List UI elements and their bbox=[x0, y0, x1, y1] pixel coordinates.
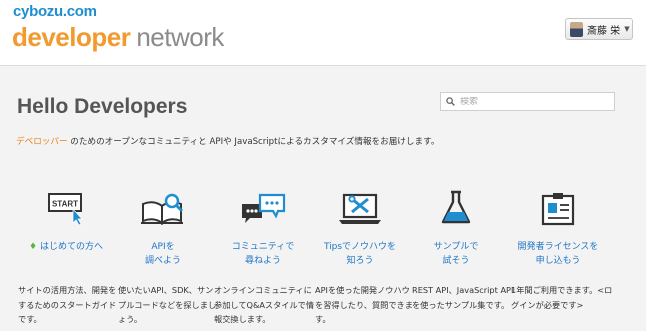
book-search-icon bbox=[141, 193, 184, 226]
search-box[interactable] bbox=[440, 92, 615, 111]
search-icon bbox=[446, 97, 455, 106]
user-name: 斎藤 栄 bbox=[587, 25, 621, 37]
desc-community: オンラインコミュニティに参加してQ&Aスタイルで情報交換します。 bbox=[214, 285, 315, 324]
link-tips[interactable]: Tipsでノウハウを 知ろう bbox=[310, 240, 410, 268]
logo-developer-text: developer bbox=[12, 22, 131, 52]
feature-samples: サンプルで 試そう bbox=[406, 180, 506, 268]
user-menu-button[interactable]: 斎藤 栄 ▼ bbox=[565, 18, 633, 40]
cybozu-logo-text[interactable]: cybozu.com bbox=[13, 3, 97, 20]
link-samples[interactable]: サンプルで 試そう bbox=[406, 240, 506, 268]
page-title: Hello Developers bbox=[17, 95, 188, 118]
id-card-icon bbox=[541, 193, 575, 226]
search-input[interactable] bbox=[460, 96, 610, 107]
beginner-leaf-icon: ♦ bbox=[28, 242, 38, 252]
logo-network-text: network bbox=[136, 22, 224, 52]
feature-getting-started: START ♦ はじめての方へ bbox=[16, 180, 116, 254]
svg-text:START: START bbox=[52, 200, 78, 209]
tools-laptop-icon bbox=[339, 193, 381, 224]
developer-link[interactable]: デベロッパー bbox=[16, 137, 68, 147]
developer-network-logo[interactable]: developer network bbox=[12, 22, 224, 53]
feature-tips: Tipsでノウハウを 知ろう bbox=[310, 180, 410, 268]
site-header: cybozu.com developer network 斎藤 栄 ▼ bbox=[0, 0, 646, 66]
desc-license: 1年間ご利用できます。<ログインが必要です> bbox=[511, 285, 613, 310]
feature-api: APIを 調べよう bbox=[113, 180, 213, 268]
intro-rest-text: のためのオープンなコミュニティと APIや JavaScriptによるカスタマイ… bbox=[67, 137, 440, 147]
flask-icon bbox=[441, 190, 471, 224]
start-icon: START bbox=[48, 193, 83, 226]
desc-api: 使いたいAPI、SDK、サンプルコードなどを探しましょう。 bbox=[118, 285, 217, 324]
desc-samples: REST API、JavaScript API を使ったサンプル集です。 bbox=[412, 285, 514, 310]
chat-icon bbox=[242, 193, 286, 223]
link-license[interactable]: 開発者ライセンスを 申し込もう bbox=[508, 240, 608, 268]
dropdown-caret-icon: ▼ bbox=[624, 25, 630, 33]
desc-tips: APIを使った開発ノウハウを習得したり、質問できます。 bbox=[315, 285, 413, 324]
desc-getting-started: サイトの活用方法、開発をするためのスタートガイドです。 bbox=[18, 285, 117, 324]
avatar bbox=[570, 21, 583, 37]
link-community[interactable]: コミュニティで 尋ねよう bbox=[213, 240, 313, 268]
intro-text: デベロッパー のためのオープンなコミュニティと APIや JavaScriptに… bbox=[16, 135, 439, 147]
feature-community: コミュニティで 尋ねよう bbox=[213, 180, 313, 268]
link-getting-started[interactable]: ♦ はじめての方へ bbox=[16, 240, 116, 254]
feature-license: 開発者ライセンスを 申し込もう bbox=[508, 180, 608, 268]
link-api[interactable]: APIを 調べよう bbox=[113, 240, 213, 268]
